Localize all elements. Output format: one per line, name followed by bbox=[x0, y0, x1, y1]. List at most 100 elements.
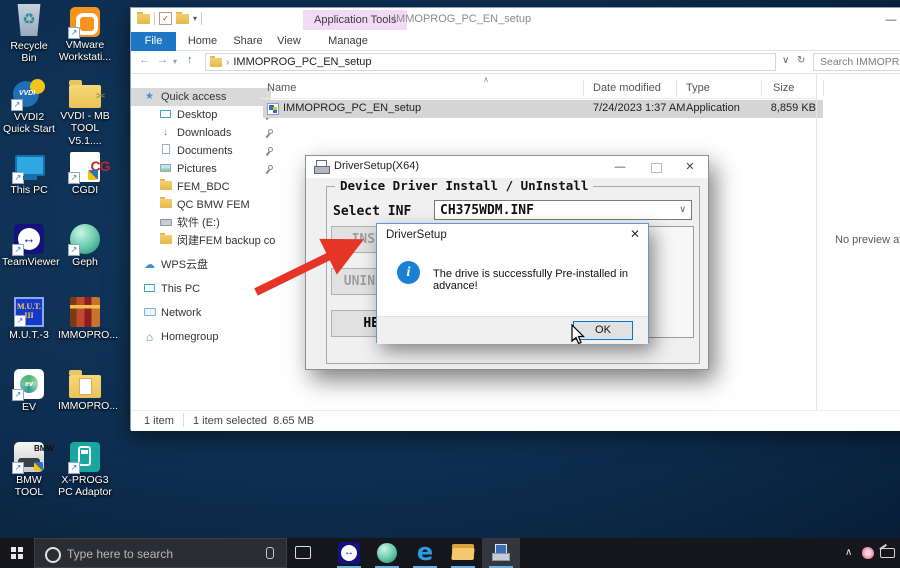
dialog-minimize-button[interactable]: — bbox=[606, 156, 634, 178]
groupbox-title: Device Driver Install / UnInstall bbox=[335, 178, 594, 193]
tab-file[interactable]: File bbox=[131, 32, 176, 51]
column-header-name[interactable]: Name bbox=[267, 82, 296, 94]
desktop-icon-teamviewer[interactable]: ↔ ↗ TeamViewer bbox=[2, 221, 60, 268]
quick-access-icon: ★ bbox=[145, 91, 154, 102]
sidebar-item-label: Desktop bbox=[177, 109, 218, 121]
desktop-icon-mut3[interactable]: M.U.T. III ↗ M.U.T.-3 bbox=[2, 294, 56, 341]
column-header-date[interactable]: Date modified bbox=[593, 82, 661, 94]
desktop-icon-label: BMW TOOL bbox=[14, 474, 44, 499]
file-date-modified: 7/24/2023 1:37 AM bbox=[593, 102, 686, 114]
shortcut-arrow-icon: ↗ bbox=[68, 172, 80, 184]
tab-home[interactable]: Home bbox=[181, 32, 224, 51]
sidebar-item-homegroup[interactable]: ⌂ Homegroup bbox=[131, 328, 271, 346]
taskbar-search-box[interactable]: Type here to search bbox=[34, 538, 287, 568]
microphone-icon[interactable] bbox=[266, 547, 274, 559]
sidebar-item-label: WPS云盘 bbox=[161, 259, 209, 271]
desktop-icon-vmware[interactable]: ↗ VMware Workstati... bbox=[58, 4, 112, 64]
vmware-icon: ↗ bbox=[68, 7, 100, 39]
refresh-icon[interactable]: ↻ bbox=[797, 55, 805, 66]
shortcut-arrow-icon: ↗ bbox=[68, 462, 80, 474]
back-icon[interactable]: ← bbox=[139, 54, 150, 66]
tray-expand-icon[interactable]: ∧ bbox=[845, 547, 852, 558]
desktop-icon-immoprog-folder[interactable]: IMMOPRO... bbox=[58, 366, 118, 412]
tablet-pen-tray-icon[interactable] bbox=[880, 548, 895, 558]
tab-share[interactable]: Share bbox=[228, 32, 268, 51]
sidebar-item-label: Downloads bbox=[177, 127, 232, 139]
scissors-icon: ✂ bbox=[95, 89, 107, 103]
taskbar-item-driversetup[interactable] bbox=[482, 538, 520, 568]
application-file-icon bbox=[267, 103, 279, 115]
info-icon: i bbox=[397, 261, 420, 284]
desktop-icon-geph[interactable]: ↗ Geph bbox=[58, 221, 112, 268]
shortcut-arrow-icon: ↗ bbox=[11, 99, 23, 111]
desktop-icon-ev[interactable]: ev ↗ EV bbox=[2, 366, 56, 413]
new-folder-icon[interactable] bbox=[176, 11, 189, 24]
address-dropdown-icon[interactable]: ∨ bbox=[782, 55, 789, 66]
inf-combobox[interactable]: CH375WDM.INF ∨ bbox=[434, 200, 692, 220]
start-button[interactable] bbox=[0, 538, 34, 568]
column-separator[interactable] bbox=[761, 80, 762, 96]
folder-icon bbox=[159, 178, 172, 196]
folder-icon bbox=[69, 370, 101, 398]
desktop-icon-this-pc[interactable]: ↗ This PC bbox=[2, 149, 56, 196]
address-input[interactable]: › IMMOPROG_PC_EN_setup bbox=[205, 53, 776, 71]
column-separator[interactable] bbox=[583, 80, 584, 96]
edge-icon: e bbox=[416, 538, 434, 566]
desktop-icon-vvdi-mb-tool[interactable]: ✂ VVDI - MB TOOL V5.1.... bbox=[58, 76, 112, 147]
toolbar-separator bbox=[201, 12, 203, 25]
file-row-selected[interactable]: IMMOPROG_PC_EN_setup 7/24/2023 1:37 AM A… bbox=[263, 100, 823, 118]
taskbar-item-teamviewer[interactable]: ↔ bbox=[330, 538, 368, 568]
explorer-titlebar[interactable]: ✓ ▾ Application Tools IMMOPROG_PC_EN_set… bbox=[131, 8, 900, 32]
tab-manage[interactable]: Manage bbox=[313, 32, 383, 51]
desktop-icon-cgdi[interactable]: CG ↗ CGDI bbox=[58, 149, 112, 196]
message-box-close-icon[interactable]: ✕ bbox=[630, 227, 640, 241]
toolbar-separator bbox=[154, 12, 155, 25]
sidebar-item-label: 软件 (E:) bbox=[177, 217, 220, 229]
minimize-button[interactable]: — bbox=[876, 10, 900, 30]
dialog-titlebar[interactable]: DriverSetup(X64) — ✕ bbox=[306, 156, 708, 178]
dialog-maximize-button[interactable] bbox=[651, 163, 662, 173]
column-header-size[interactable]: Size bbox=[773, 82, 794, 94]
red-annotation-arrow bbox=[254, 238, 364, 296]
column-separator[interactable] bbox=[676, 80, 677, 96]
this-pc-icon: ↗ bbox=[12, 152, 45, 184]
search-input[interactable]: Search IMMOPROG bbox=[813, 53, 900, 71]
sidebar-item-network[interactable]: Network bbox=[131, 304, 271, 322]
folder-icon[interactable] bbox=[137, 11, 150, 24]
dialog-close-button[interactable]: ✕ bbox=[676, 156, 704, 178]
desktop-icon-immoprog-archive[interactable]: IMMOPRO... bbox=[58, 294, 118, 341]
pictures-icon bbox=[159, 160, 172, 178]
taskbar-item-explorer[interactable] bbox=[444, 538, 482, 568]
preview-placeholder-text: No preview available bbox=[835, 234, 900, 246]
combobox-dropdown-icon: ∨ bbox=[679, 204, 686, 214]
input-method-tray-icon[interactable] bbox=[862, 547, 874, 559]
sort-ascending-icon: ∧ bbox=[483, 75, 489, 84]
desktop-icon-vvdi2-quick-start[interactable]: VVDI ↗ VVDI2 Quick Start bbox=[2, 76, 56, 136]
teamviewer-icon: ↔ ↗ bbox=[12, 224, 44, 256]
sidebar-item-quick-access[interactable]: ★ Quick access bbox=[131, 88, 271, 106]
taskbar-item-geph[interactable] bbox=[368, 538, 406, 568]
desktop-icon-xprog3[interactable]: ↗ X-PROG3 PC Adaptor bbox=[58, 439, 112, 499]
taskbar-item-edge[interactable]: e bbox=[406, 538, 444, 568]
properties-check-icon[interactable]: ✓ bbox=[159, 12, 172, 25]
preview-pane: No preview available bbox=[816, 74, 900, 410]
sidebar-item-label: This PC bbox=[161, 283, 201, 295]
forward-icon[interactable]: → bbox=[157, 54, 168, 66]
ev-logo-text: ev bbox=[25, 381, 33, 388]
status-selected-size: 8.65 MB bbox=[273, 415, 315, 427]
folder-icon bbox=[159, 196, 172, 214]
tab-view[interactable]: View bbox=[271, 32, 307, 51]
task-view-icon[interactable] bbox=[295, 546, 311, 559]
desktop-icon-label: TeamViewer bbox=[2, 256, 60, 268]
column-header-type[interactable]: Type bbox=[686, 82, 710, 94]
desktop-icon-label: EV bbox=[21, 401, 36, 413]
recycle-bin-icon: ♻ bbox=[17, 4, 41, 36]
desktop-icon-recycle-bin[interactable]: ♻ Recycle Bin bbox=[2, 4, 56, 65]
desktop-icon-bmw-tool[interactable]: BMW ↗ BMW TOOL bbox=[2, 439, 56, 499]
customize-toolbar-icon[interactable]: ▾ bbox=[193, 14, 197, 23]
up-icon[interactable]: ↑ bbox=[187, 54, 193, 66]
search-placeholder: Type here to search bbox=[67, 547, 174, 561]
breadcrumb[interactable]: IMMOPROG_PC_EN_setup bbox=[233, 56, 371, 68]
recent-locations-icon[interactable]: ▾ bbox=[173, 57, 177, 66]
cgdi-logo-text: CG bbox=[90, 158, 111, 174]
